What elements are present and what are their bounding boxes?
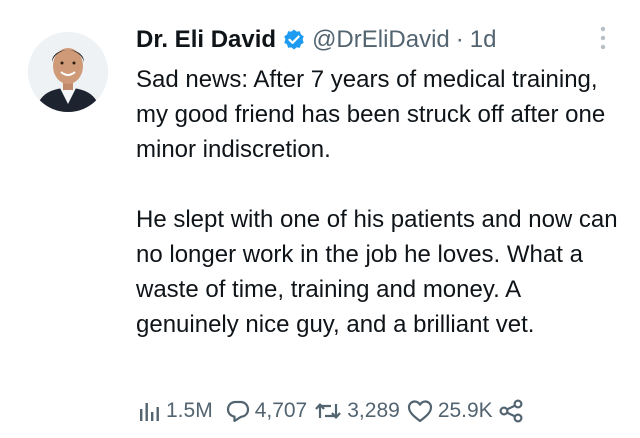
avatar-photo xyxy=(28,32,108,112)
tweet-paragraph: Sad news: After 7 years of medical train… xyxy=(136,66,606,163)
views-count: 1.5M xyxy=(166,399,213,422)
avatar[interactable] xyxy=(28,32,108,112)
display-name[interactable]: Dr. Eli David xyxy=(136,25,276,55)
reply-count: 4,707 xyxy=(254,399,308,422)
separator-dot: · xyxy=(455,26,464,53)
retweet-count: 3,289 xyxy=(347,399,400,422)
verified-badge-icon xyxy=(284,29,304,50)
reply-button[interactable]: 4,707 xyxy=(225,398,308,424)
retweet-icon xyxy=(315,403,342,419)
reply-icon xyxy=(226,400,249,423)
user-handle[interactable]: @DrEliDavid xyxy=(312,25,450,55)
engagement-bar: 1.5M 4,707 3,289 25.9K xyxy=(136,393,525,429)
tweet-timestamp[interactable]: 1d xyxy=(470,25,497,55)
heart-icon xyxy=(407,400,432,423)
more-options-icon[interactable] xyxy=(596,24,610,52)
share-button[interactable] xyxy=(497,398,525,424)
views-icon xyxy=(140,403,159,421)
pin-icon xyxy=(88,0,110,6)
tweet-header: Dr. Eli David @DrEliDavid · 1d xyxy=(136,25,496,55)
like-count: 25.9K xyxy=(437,399,493,422)
retweet-button[interactable]: 3,289 xyxy=(313,398,400,424)
share-icon xyxy=(499,399,523,423)
views-button[interactable]: 1.5M xyxy=(136,398,213,424)
top-context-row xyxy=(0,0,640,16)
tweet-paragraph: He slept with one of his patients and no… xyxy=(136,206,618,338)
tweet-text: Sad news: After 7 years of medical train… xyxy=(136,62,626,342)
like-button[interactable]: 25.9K xyxy=(406,398,493,424)
